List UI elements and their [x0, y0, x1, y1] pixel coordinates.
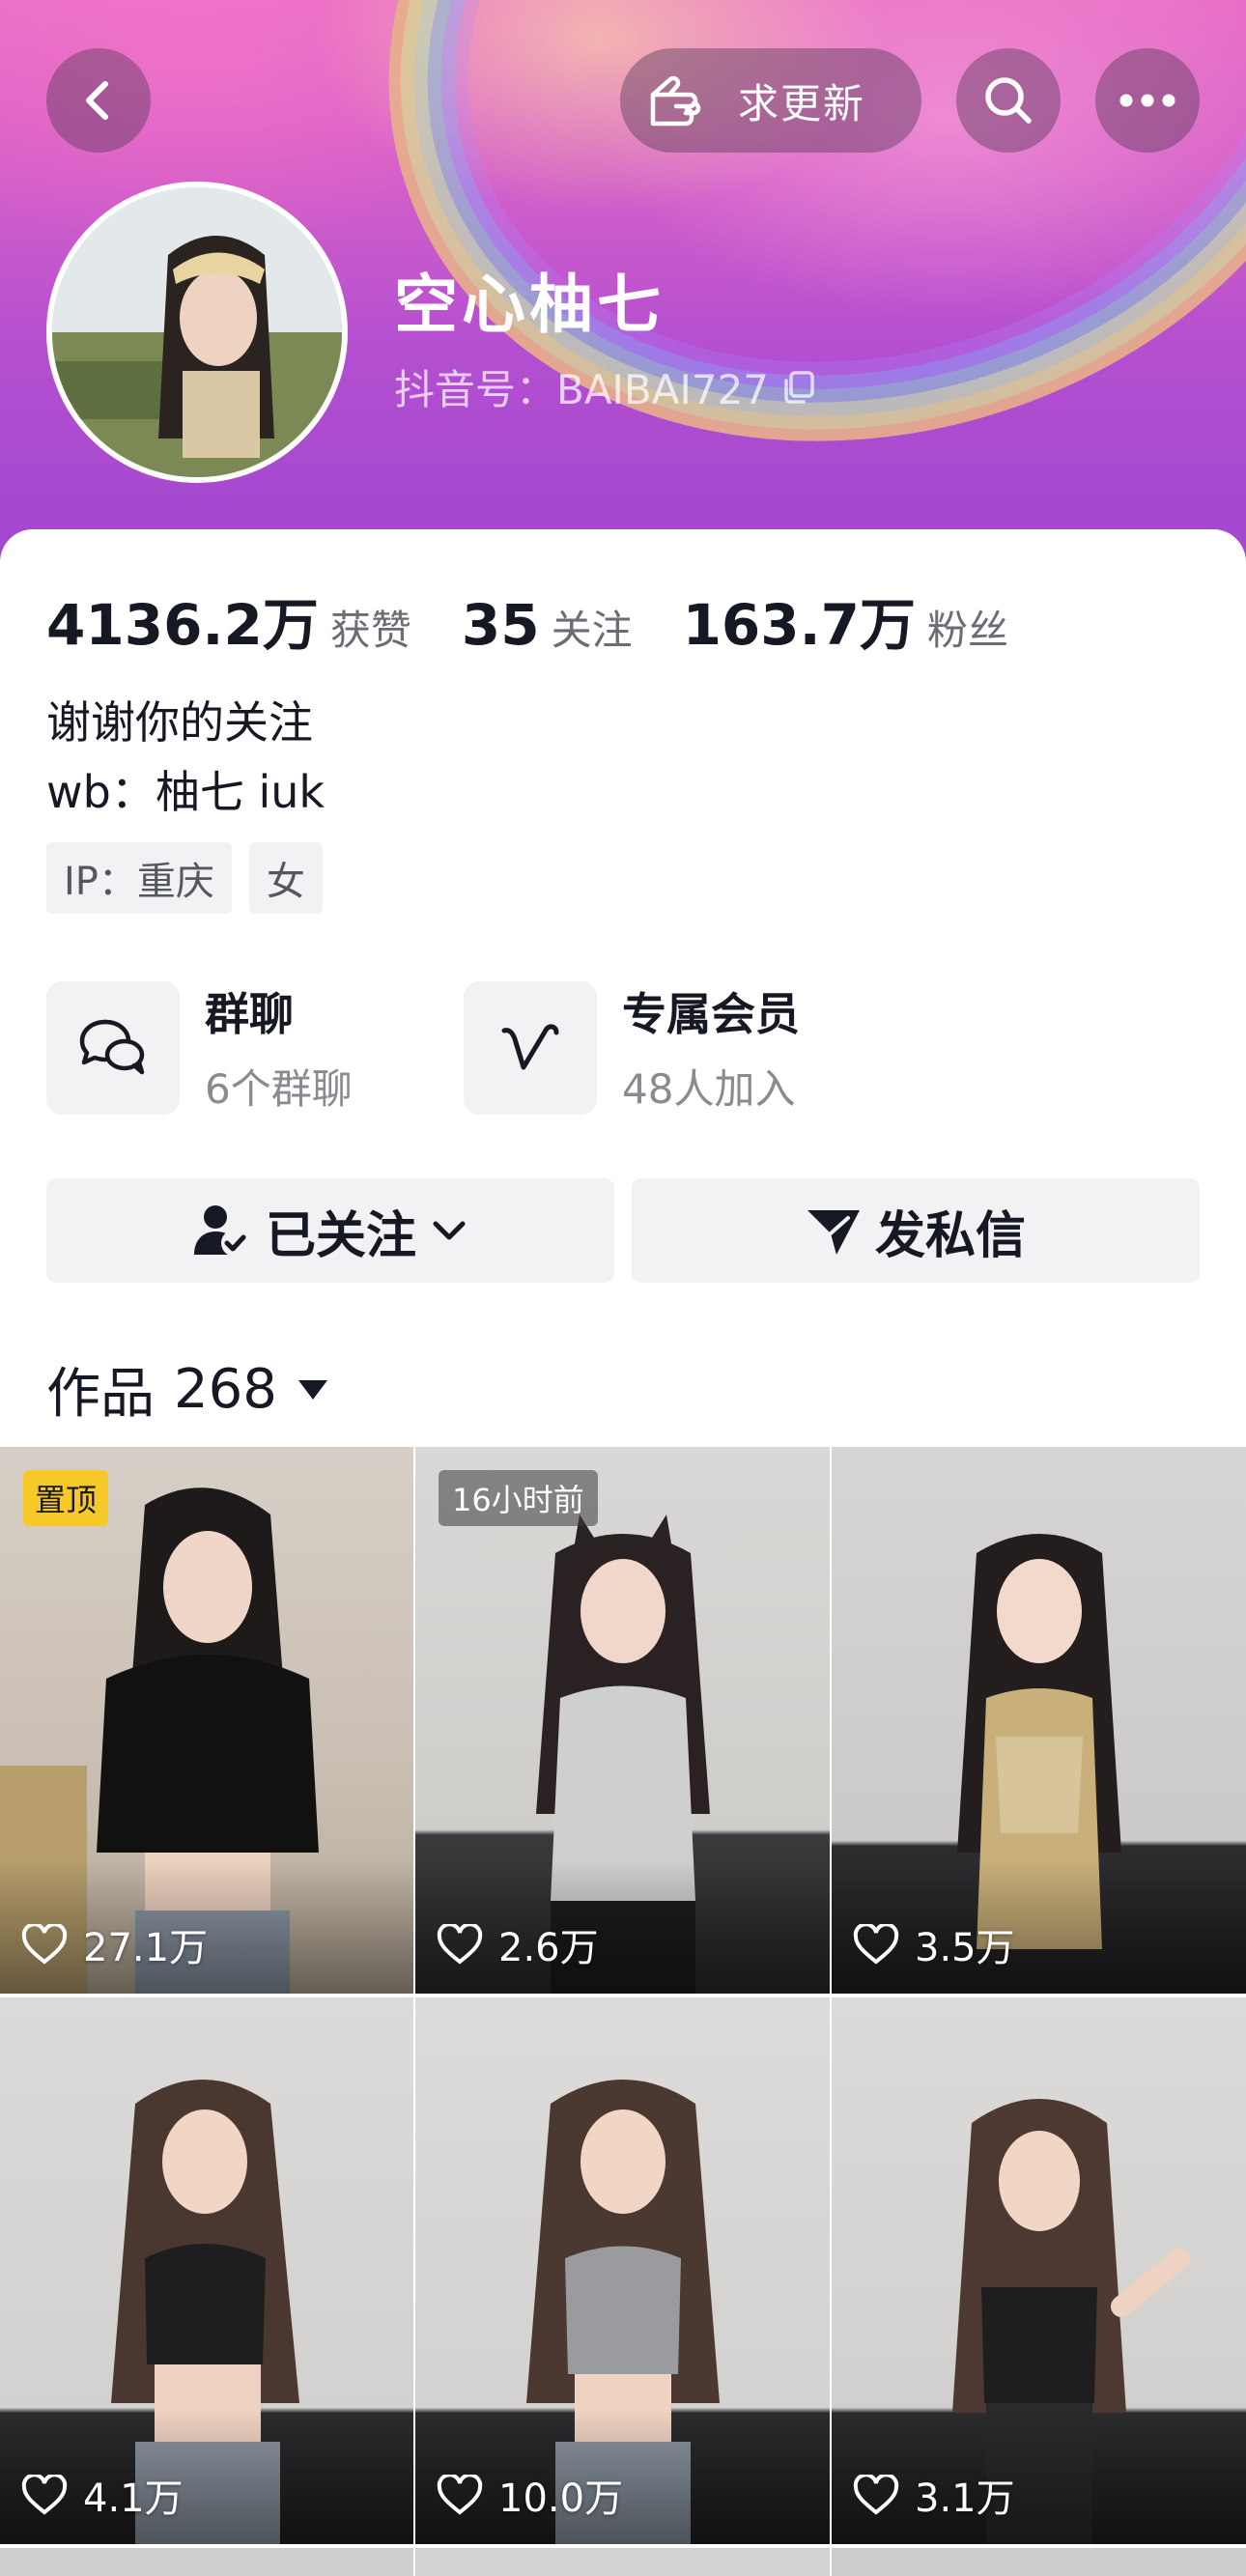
profile-stats: 4136.2万 获赞 35 关注 163.7万 粉丝: [46, 580, 1059, 661]
works-count: 268: [174, 1358, 277, 1421]
video-tile[interactable]: 16小时前 2.6万: [415, 1447, 830, 1994]
posted-time-badge: 16小时前: [439, 1470, 598, 1526]
member-v-icon: [501, 1023, 559, 1069]
avatar[interactable]: [46, 182, 348, 483]
likes-indicator: 4.1万: [21, 2467, 184, 2523]
user-check-icon: [193, 1205, 248, 1257]
group-chat-icon-box: [46, 980, 180, 1115]
profile-tags: IP：重庆 女: [46, 842, 323, 914]
group-chat-subtitle: 6个群聊: [205, 1065, 353, 1113]
pinned-badge: 置顶: [23, 1470, 109, 1526]
search-button[interactable]: [956, 48, 1061, 153]
douyin-id-text: 抖音号：BAIBAI727: [394, 366, 770, 413]
likes-count: 2.6万: [498, 1926, 599, 1970]
avatar-portrait-image: [52, 187, 342, 477]
heart-outline-icon: [437, 1924, 483, 1965]
send-message-label: 发私信: [874, 1206, 1026, 1265]
video-tile[interactable]: 4.1万: [0, 1997, 413, 2544]
heart-outline-icon: [853, 1924, 899, 1965]
request-update-label: 求更新: [738, 79, 866, 127]
partial-tile[interactable]: [0, 2548, 413, 2576]
chevron-left-icon: [86, 81, 108, 120]
likes-count: 10.0万: [498, 2477, 624, 2521]
likes-count: 4136.2万: [46, 592, 319, 658]
next-row-partial: [0, 2548, 1246, 2576]
likes-indicator: 2.6万: [437, 1916, 599, 1972]
likes-count: 3.1万: [915, 2477, 1015, 2521]
likes-count: 4.1万: [83, 2477, 184, 2521]
likes-label: 获赞: [329, 607, 411, 654]
member-icon-box: [464, 980, 597, 1115]
likes-indicator: 3.5万: [853, 1916, 1015, 1972]
followers-count[interactable]: 163.7万: [683, 580, 916, 661]
chevron-down-icon: [433, 1221, 466, 1240]
partial-tile[interactable]: [832, 2548, 1246, 2576]
heart-outline-icon: [853, 2475, 899, 2515]
more-dots-icon: [1119, 94, 1175, 107]
likes-count: 27.1万: [83, 1926, 209, 1970]
member-title: 专属会员: [622, 988, 800, 1040]
works-tab[interactable]: 作品 268: [46, 1350, 329, 1429]
back-button[interactable]: [46, 48, 151, 153]
video-tile[interactable]: 3.1万: [832, 1997, 1246, 2544]
video-tile[interactable]: 10.0万: [415, 1997, 830, 2544]
following-button-label: 已关注: [265, 1206, 416, 1265]
caret-down-icon: [297, 1379, 327, 1400]
request-update-button[interactable]: 求更新: [620, 48, 921, 153]
video-grid: 置顶 27.1万 16小时前 2.6万 3.5万 4.1万 10.0万 3.1万: [0, 1447, 1246, 2544]
video-tile[interactable]: 3.5万: [832, 1447, 1246, 1994]
group-chat-title: 群聊: [205, 988, 294, 1040]
send-message-button[interactable]: 发私信: [632, 1178, 1200, 1283]
following-button[interactable]: 已关注: [46, 1178, 614, 1283]
pointing-hand-icon: [650, 75, 701, 127]
copy-icon[interactable]: [780, 369, 817, 406]
works-label: 作品: [46, 1363, 155, 1426]
douyin-id[interactable]: 抖音号：BAIBAI727: [394, 357, 817, 416]
profile-username: 空心柚七: [394, 268, 665, 342]
group-chat-icon: [79, 1019, 145, 1074]
ip-location-tag: IP：重庆: [46, 842, 232, 914]
likes-count: 3.5万: [915, 1926, 1015, 1970]
paper-plane-icon: [807, 1210, 860, 1255]
member-subtitle: 48人加入: [622, 1065, 796, 1113]
video-tile[interactable]: 置顶 27.1万: [0, 1447, 413, 1994]
following-label[interactable]: 关注: [552, 598, 633, 657]
heart-outline-icon: [437, 2475, 483, 2515]
followers-label[interactable]: 粉丝: [927, 598, 1008, 657]
partial-tile[interactable]: [415, 2548, 830, 2576]
bio-line-2: wb：柚七 iuk: [46, 766, 326, 818]
exclusive-member-entry[interactable]: 专属会员 48人加入: [464, 979, 800, 1116]
likes-indicator: 10.0万: [437, 2467, 623, 2523]
heart-outline-icon: [21, 1924, 68, 1965]
group-chat-entry[interactable]: 群聊 6个群聊: [46, 979, 353, 1116]
gender-tag: 女: [248, 842, 323, 914]
following-count[interactable]: 35: [462, 592, 540, 658]
bio-line-1: 谢谢你的关注: [46, 696, 313, 749]
heart-outline-icon: [21, 2475, 68, 2515]
search-icon: [985, 77, 1032, 124]
likes-indicator: 3.1万: [853, 2467, 1015, 2523]
more-options-button[interactable]: [1095, 48, 1200, 153]
profile-bio: 谢谢你的关注 wb：柚七 iuk: [46, 688, 325, 827]
likes-indicator: 27.1万: [21, 1916, 208, 1972]
